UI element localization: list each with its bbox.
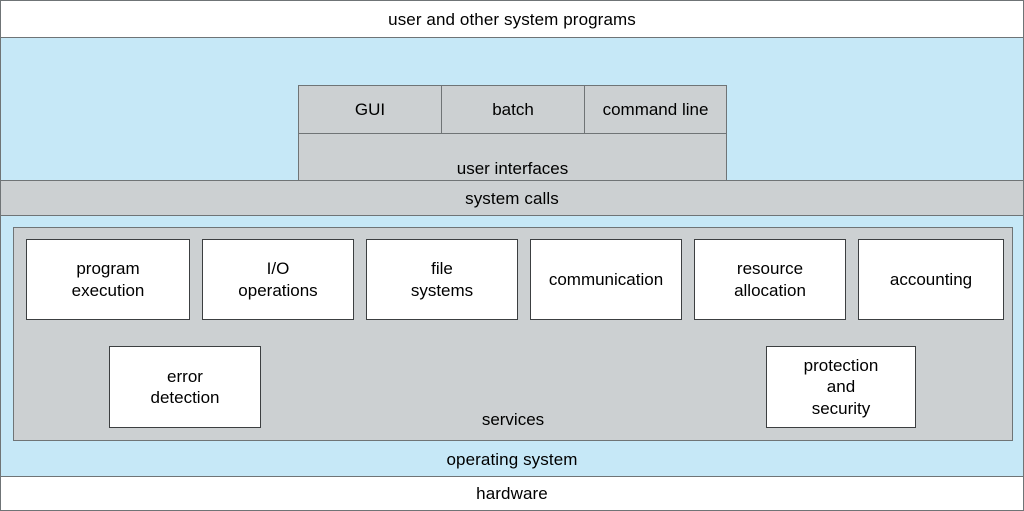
service-io-operations[interactable]: I/O operations (202, 239, 354, 320)
os-services-diagram: user and other system programs GUI batch… (0, 0, 1024, 511)
service-communication[interactable]: communication (530, 239, 682, 320)
service-accounting[interactable]: accounting (858, 239, 1004, 320)
layer-operating-system: program execution I/O operations file syste… (0, 215, 1024, 477)
service-program-execution[interactable]: program execution (26, 239, 190, 320)
service-resource-allocation-label: resource allocation (734, 259, 806, 300)
service-accounting-label: accounting (889, 269, 973, 289)
service-communication-label: communication (548, 269, 664, 289)
ui-mode-command-line[interactable]: command line (584, 86, 726, 133)
services-container: program execution I/O operations file syste… (13, 227, 1013, 441)
user-interface-modes-row: GUI batch command line (299, 86, 726, 134)
service-file-systems[interactable]: file systems (366, 239, 518, 320)
service-io-operations-label: I/O operations (238, 259, 318, 300)
service-file-systems-label: file systems (410, 259, 474, 300)
ui-mode-gui[interactable]: GUI (299, 86, 441, 133)
operating-system-label: operating system (446, 450, 578, 469)
layer-applications: GUI batch command line user interfaces (0, 37, 1024, 205)
service-error-detection-label: error detection (150, 366, 220, 407)
hardware-label: hardware (476, 484, 548, 503)
system-calls-label: system calls (465, 188, 559, 208)
layer-system-calls: system calls (0, 180, 1024, 216)
user-interfaces-label: user interfaces (456, 159, 569, 178)
ui-mode-batch-label: batch (492, 99, 534, 119)
layer-hardware: hardware (0, 476, 1024, 511)
ui-mode-gui-label: GUI (354, 99, 386, 119)
ui-mode-batch[interactable]: batch (441, 86, 584, 133)
operating-system-caption-area: operating system (1, 451, 1023, 470)
services-caption-area: services (14, 410, 1012, 430)
service-program-execution-label: program execution (71, 259, 145, 300)
services-label: services (481, 410, 545, 429)
user-programs-label: user and other system programs (388, 9, 636, 29)
service-resource-allocation[interactable]: resource allocation (694, 239, 846, 320)
ui-mode-command-line-label: command line (602, 99, 709, 119)
layer-user-and-other-system-programs: user and other system programs (0, 0, 1024, 38)
